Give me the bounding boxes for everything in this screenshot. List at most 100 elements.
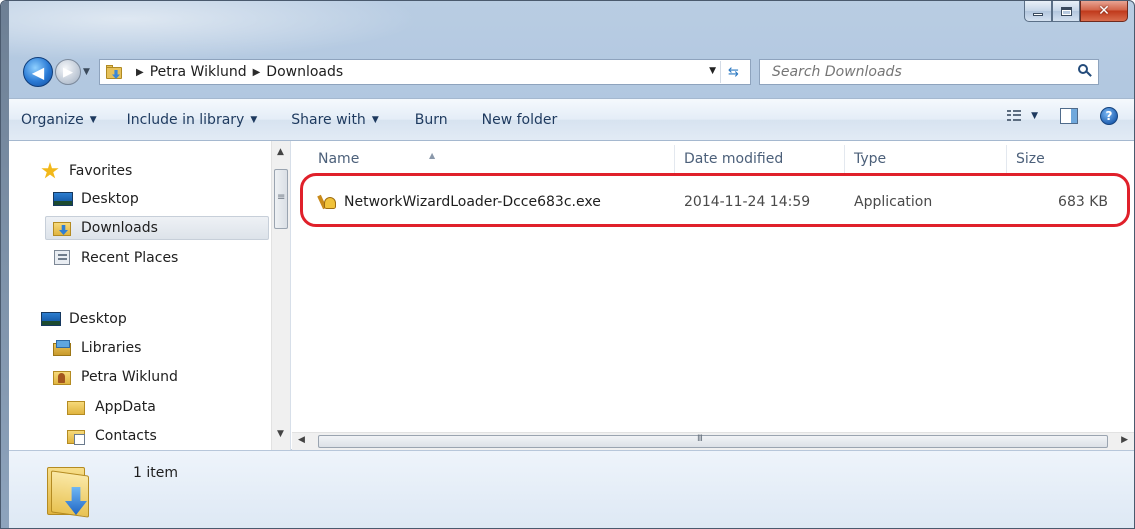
explorer-window: ✕ ◀ ▶ ▼ ▶ Petra Wiklund ▶ Downloads ▼ ⇆ …: [0, 0, 1135, 529]
share-with-button[interactable]: Share with ▼: [285, 106, 384, 134]
close-button[interactable]: ✕: [1080, 1, 1128, 22]
nav-item-label: Recent Places: [81, 250, 179, 266]
favorites-label: Favorites: [69, 163, 133, 179]
maximize-button[interactable]: [1052, 1, 1080, 22]
nav-item-label: Desktop: [81, 191, 139, 207]
breadcrumb-downloads[interactable]: Downloads: [266, 64, 343, 80]
chevron-down-icon: ▼: [250, 114, 258, 125]
burn-label: Burn: [414, 111, 448, 128]
details-pane: 1 item: [9, 450, 1134, 528]
nav-vertical-scrollbar[interactable]: ▲ ▼: [271, 141, 290, 450]
navigation-pane: Favorites Desktop Downloads Recent Place…: [9, 141, 291, 450]
address-bar[interactable]: ▶ Petra Wiklund ▶ Downloads ▼ ⇆: [99, 59, 751, 85]
libraries-icon: [53, 340, 73, 356]
user-folder-icon: [53, 369, 73, 385]
column-divider[interactable]: [1006, 145, 1007, 175]
search-box[interactable]: [759, 59, 1099, 85]
forward-arrow-icon: ▶: [63, 64, 73, 80]
star-icon: [41, 162, 61, 179]
file-date: 2014-11-24 14:59: [684, 194, 811, 210]
help-icon[interactable]: ?: [1100, 107, 1118, 125]
sort-ascending-icon: ▲: [429, 151, 436, 160]
chevron-down-icon: ▼: [371, 114, 379, 125]
scroll-right-icon[interactable]: ▶: [1121, 435, 1128, 445]
scroll-up-icon[interactable]: ▲: [277, 147, 284, 157]
nav-recent-places[interactable]: Recent Places: [53, 246, 178, 270]
column-header-type[interactable]: Type: [854, 151, 1014, 173]
item-count: 1 item: [133, 465, 178, 481]
window-frame-edge: [1, 1, 9, 528]
close-icon: ✕: [1098, 3, 1110, 19]
caption-buttons: ✕: [1024, 1, 1128, 23]
file-list-pane: Name ▲ Date modified Type Size NetworkWi…: [292, 141, 1134, 450]
back-button[interactable]: ◀: [23, 57, 53, 87]
organize-label: Organize: [21, 111, 84, 128]
refresh-button[interactable]: ⇆: [720, 61, 746, 83]
search-icon[interactable]: [1078, 64, 1092, 78]
application-icon: [318, 193, 336, 211]
nav-tree-user[interactable]: Petra Wiklund: [53, 365, 178, 389]
preview-pane-icon[interactable]: [1060, 108, 1078, 124]
address-dropdown-icon[interactable]: ▼: [709, 66, 716, 76]
nav-favorites-downloads[interactable]: Downloads: [45, 216, 269, 240]
breadcrumb-separator-icon[interactable]: ▶: [253, 67, 261, 78]
minimize-button[interactable]: [1024, 1, 1052, 22]
file-type: Application: [854, 194, 933, 210]
downloads-folder-icon: [53, 220, 73, 236]
scroll-left-icon[interactable]: ◀: [298, 435, 305, 445]
column-divider[interactable]: [844, 145, 845, 175]
column-header-name[interactable]: Name ▲: [318, 151, 678, 173]
back-arrow-icon: ◀: [31, 62, 45, 82]
toolbar-right: ▼ ?: [1007, 107, 1118, 125]
nav-item-label: Libraries: [81, 340, 142, 356]
column-type-label: Type: [854, 151, 887, 167]
breadcrumb-separator-icon[interactable]: ▶: [136, 67, 144, 78]
downloads-folder-large-icon: [47, 461, 93, 518]
chevron-down-icon: ▼: [89, 114, 97, 125]
column-header-date[interactable]: Date modified: [684, 151, 844, 173]
burn-button[interactable]: Burn: [409, 106, 454, 134]
command-bar: Organize ▼ Include in library ▼ Share wi…: [9, 98, 1134, 141]
column-header-size[interactable]: Size: [1016, 151, 1116, 173]
organize-button[interactable]: Organize ▼: [15, 106, 103, 134]
scroll-down-icon[interactable]: ▼: [277, 429, 284, 439]
scroll-thumb[interactable]: [274, 169, 288, 229]
column-name-label: Name: [318, 151, 360, 167]
forward-button[interactable]: ▶: [55, 59, 81, 85]
new-folder-label: New folder: [481, 111, 558, 128]
nav-item-label: Petra Wiklund: [81, 369, 178, 385]
change-view-icon[interactable]: [1007, 110, 1022, 122]
view-options-dropdown[interactable]: ▼: [1031, 111, 1038, 121]
nav-favorites-desktop[interactable]: Desktop: [53, 187, 139, 211]
downloads-folder-icon: [106, 65, 124, 79]
content-area: Favorites Desktop Downloads Recent Place…: [9, 141, 1134, 450]
nav-item-label: Downloads: [81, 220, 158, 236]
recent-pages-dropdown[interactable]: ▼: [83, 67, 95, 77]
nav-tree-appdata[interactable]: AppData: [67, 395, 156, 419]
file-name: NetworkWizardLoader-Dcce683c.exe: [344, 194, 601, 210]
nav-item-label: AppData: [95, 399, 156, 415]
desktop-icon: [53, 191, 73, 207]
minimize-icon: [1033, 12, 1043, 16]
nav-tree-libraries[interactable]: Libraries: [53, 336, 141, 360]
column-size-label: Size: [1016, 151, 1045, 167]
nav-item-label: Desktop: [69, 311, 127, 327]
address-row: ◀ ▶ ▼ ▶ Petra Wiklund ▶ Downloads ▼ ⇆: [23, 57, 1124, 87]
column-divider[interactable]: [674, 145, 675, 175]
share-label: Share with: [291, 111, 366, 128]
search-input[interactable]: [772, 64, 1052, 80]
nav-tree-contacts[interactable]: Contacts: [67, 424, 157, 448]
contacts-folder-icon: [67, 428, 87, 445]
new-folder-button[interactable]: New folder: [476, 106, 564, 134]
scroll-thumb[interactable]: [318, 434, 1108, 448]
horizontal-scrollbar[interactable]: ◀ ▶: [292, 432, 1134, 450]
folder-icon: [67, 399, 87, 415]
nav-tree-desktop[interactable]: Desktop: [41, 307, 127, 331]
desktop-icon: [41, 311, 61, 327]
file-row[interactable]: NetworkWizardLoader-Dcce683c.exe 2014-11…: [304, 189, 1114, 215]
nav-item-label: Contacts: [95, 428, 157, 444]
breadcrumb-user[interactable]: Petra Wiklund: [150, 64, 247, 80]
column-date-label: Date modified: [684, 151, 784, 167]
nav-favorites[interactable]: Favorites: [41, 159, 132, 183]
include-in-library-button[interactable]: Include in library ▼: [121, 106, 264, 134]
